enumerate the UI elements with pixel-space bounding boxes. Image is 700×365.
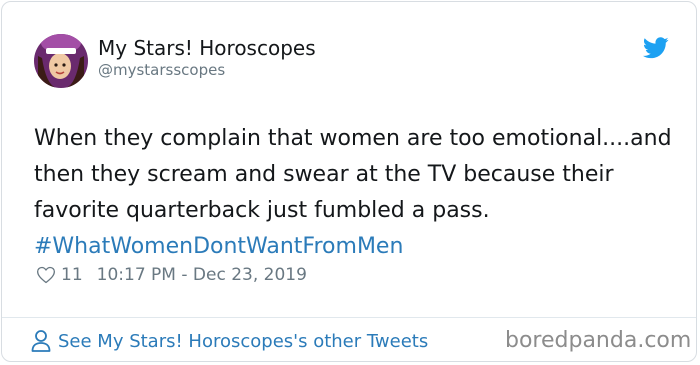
hashtag-link[interactable]: #WhatWomenDontWantFromMen [34, 234, 403, 259]
heart-icon[interactable] [36, 265, 56, 285]
tweet-timestamp[interactable]: 10:17 PM - Dec 23, 2019 [97, 265, 307, 285]
avatar-illustration [34, 34, 88, 88]
watermark: boredpanda.com [505, 328, 692, 353]
avatar[interactable] [34, 34, 88, 88]
see-other-tweets-label[interactable]: See My Stars! Horoscopes's other Tweets [58, 331, 428, 352]
person-icon [31, 330, 51, 352]
twitter-bird-icon[interactable] [643, 37, 669, 59]
tweet-body: When they complain that women are too em… [34, 126, 672, 223]
author-name[interactable]: My Stars! Horoscopes [98, 36, 316, 60]
like-count[interactable]: 11 [61, 265, 83, 285]
footer-divider [2, 317, 696, 318]
tweet-meta: 11 10:17 PM - Dec 23, 2019 [36, 265, 307, 285]
see-other-tweets-link[interactable]: See My Stars! Horoscopes's other Tweets [30, 329, 428, 353]
tweet-card: My Stars! Horoscopes @mystarsscopes When… [1, 1, 697, 362]
author-handle[interactable]: @mystarsscopes [98, 61, 225, 79]
tweet-text: When they complain that women are too em… [34, 121, 674, 265]
